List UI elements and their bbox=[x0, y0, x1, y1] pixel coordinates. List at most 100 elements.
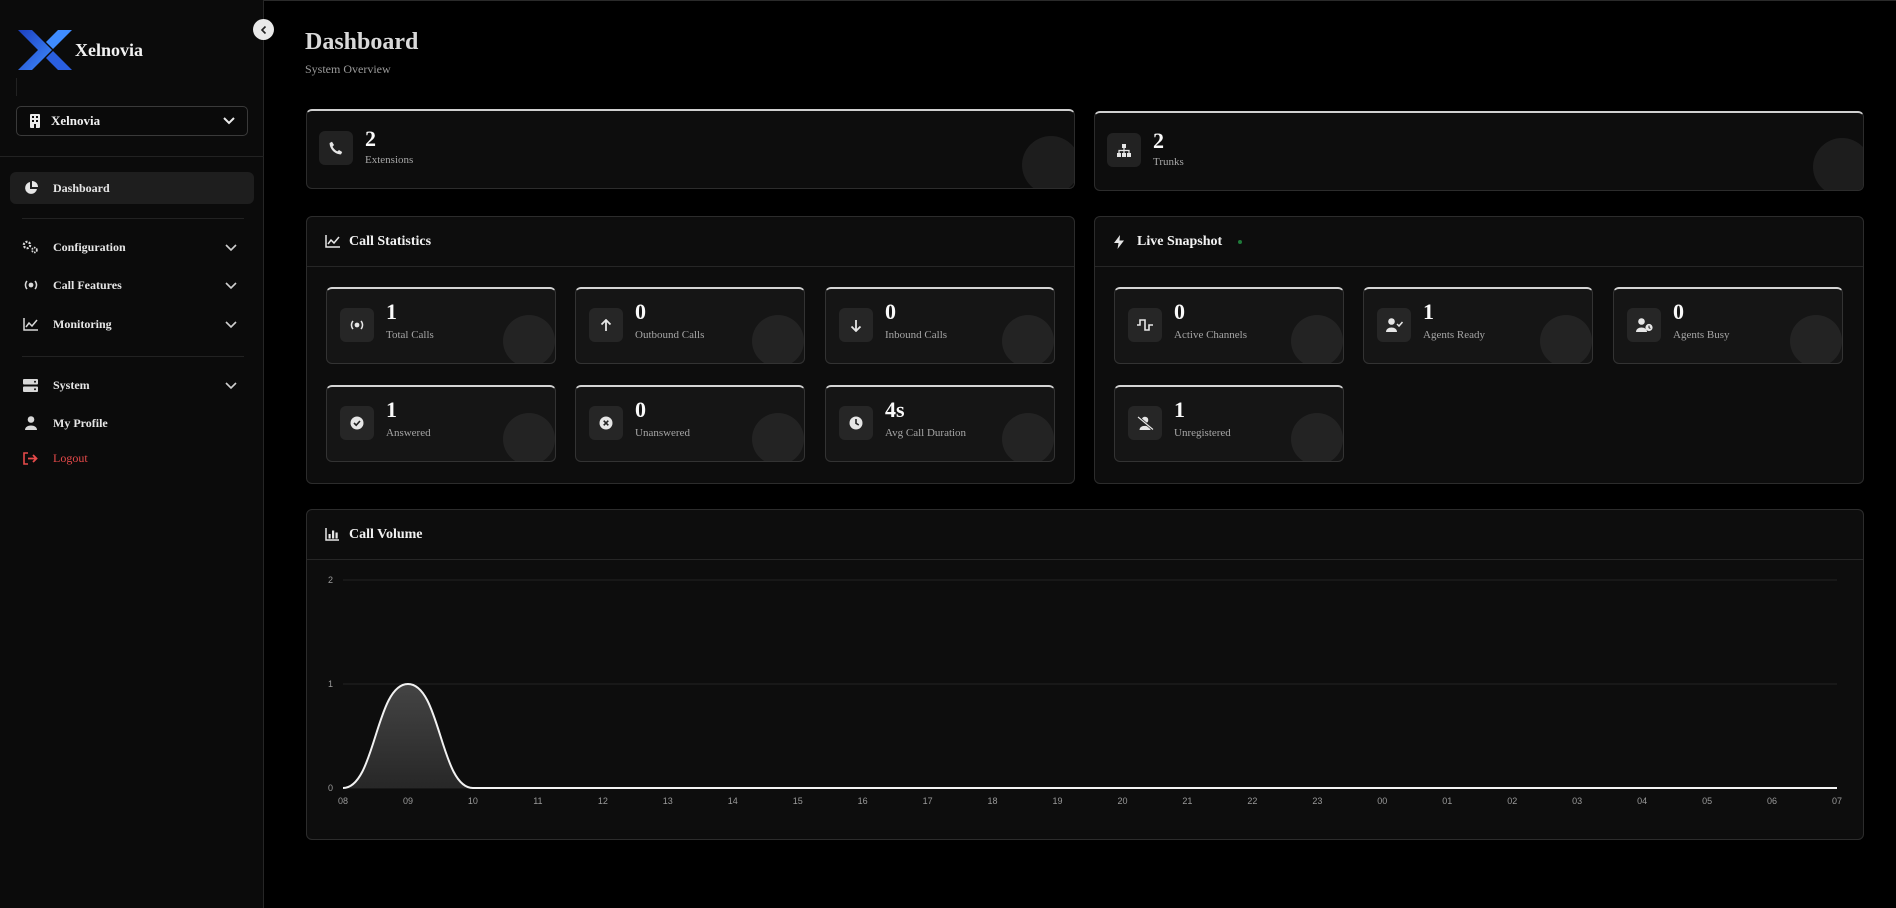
divider bbox=[16, 78, 17, 96]
call-volume-panel: Call Volume 0 1 2 08 09 10 11 12 13 14 15 16 17 18 19 2… bbox=[306, 509, 1864, 840]
sidebar-item-configuration[interactable]: Configuration bbox=[10, 231, 254, 263]
pie-chart-icon bbox=[22, 181, 39, 196]
chevron-down-icon bbox=[225, 382, 237, 390]
extensions-card[interactable]: 2 Extensions bbox=[306, 109, 1075, 189]
decorative-circle bbox=[1790, 315, 1842, 363]
gears-icon bbox=[22, 240, 39, 255]
sidebar-item-my-profile[interactable]: My Profile bbox=[10, 407, 254, 439]
sidebar-item-dashboard[interactable]: Dashboard bbox=[10, 172, 254, 204]
chevron-down-icon bbox=[223, 117, 235, 125]
tenant-selector[interactable]: Xelnovia bbox=[16, 106, 248, 136]
chevron-left-icon bbox=[260, 25, 266, 34]
decorative-circle bbox=[752, 413, 804, 461]
x-tick-label: 17 bbox=[923, 796, 933, 806]
check-circle-icon bbox=[340, 406, 374, 440]
sidebar-item-call-features[interactable]: Call Features bbox=[10, 269, 254, 301]
stat-label: Extensions bbox=[365, 154, 414, 166]
trunks-card[interactable]: 2 Trunks bbox=[1094, 111, 1864, 191]
phone-volume-icon bbox=[340, 308, 374, 342]
panel-title: Call Volume bbox=[349, 526, 423, 542]
stat-value: 1 bbox=[1423, 299, 1434, 324]
decorative-circle bbox=[1291, 413, 1343, 461]
stat-value: 2 bbox=[1153, 128, 1164, 153]
sidebar-item-system[interactable]: System bbox=[10, 369, 254, 401]
divider bbox=[22, 356, 244, 357]
bolt-icon bbox=[1113, 234, 1129, 249]
stat-label: Unanswered bbox=[635, 427, 690, 439]
stat-card-answered[interactable]: 1 Answered bbox=[326, 385, 556, 462]
panel-header: Call Volume bbox=[307, 510, 1863, 560]
x-tick-label: 13 bbox=[663, 796, 673, 806]
call-statistics-panel: Call Statistics 1 Total Calls 0 Outbound… bbox=[306, 216, 1075, 484]
decorative-circle bbox=[503, 315, 555, 363]
stat-value: 0 bbox=[885, 299, 896, 324]
tenant-name: Xelnovia bbox=[51, 113, 101, 128]
area-fill bbox=[343, 684, 1837, 788]
signal-phone-icon bbox=[22, 278, 39, 293]
decorative-circle bbox=[1540, 315, 1592, 363]
arrow-up-icon bbox=[589, 308, 623, 342]
sidebar-item-label: Logout bbox=[53, 450, 88, 465]
stat-card-agents-ready[interactable]: 1 Agents Ready bbox=[1363, 287, 1593, 364]
stat-value: 1 bbox=[386, 397, 397, 422]
stat-card-unregistered[interactable]: 1 Unregistered bbox=[1114, 385, 1344, 462]
sidebar-item-label: Dashboard bbox=[53, 180, 110, 195]
sidebar-item-label: System bbox=[53, 377, 90, 392]
decorative-circle bbox=[1291, 315, 1343, 363]
building-icon bbox=[30, 114, 40, 128]
user-check-icon bbox=[1377, 308, 1411, 342]
stat-label: Agents Ready bbox=[1423, 329, 1486, 341]
sidebar-item-label: My Profile bbox=[53, 415, 108, 430]
decorative-circle bbox=[1002, 413, 1054, 461]
stat-label: Answered bbox=[386, 427, 431, 439]
x-tick-label: 00 bbox=[1377, 796, 1387, 806]
stat-value: 0 bbox=[635, 299, 646, 324]
x-tick-label: 21 bbox=[1182, 796, 1192, 806]
x-tick-label: 09 bbox=[403, 796, 413, 806]
panel-title: Call Statistics bbox=[349, 233, 432, 249]
stat-card-total-calls[interactable]: 1 Total Calls bbox=[326, 287, 556, 364]
stat-card-inbound-calls[interactable]: 0 Inbound Calls bbox=[825, 287, 1055, 364]
call-volume-chart[interactable]: 01208 09 10 11 12 13 14 15 16 17 18 19 20 21 22 23 00 01 0… bbox=[307, 560, 1863, 839]
y-tick-label: 1 bbox=[328, 679, 333, 689]
x-tick-label: 19 bbox=[1053, 796, 1063, 806]
x-tick-label: 20 bbox=[1117, 796, 1127, 806]
phone-icon bbox=[319, 131, 353, 165]
decorative-circle bbox=[1022, 136, 1074, 188]
x-tick-label: 10 bbox=[468, 796, 478, 806]
stat-card-agents-busy[interactable]: 0 Agents Busy bbox=[1613, 287, 1843, 364]
x-tick-label: 04 bbox=[1637, 796, 1647, 806]
sidebar-item-logout[interactable]: Logout bbox=[10, 442, 254, 474]
bar-chart-icon bbox=[325, 528, 341, 542]
line-chart-icon bbox=[325, 235, 341, 249]
stat-label: Inbound Calls bbox=[885, 329, 948, 341]
stat-value: 0 bbox=[1673, 299, 1684, 324]
chevron-down-icon bbox=[225, 282, 237, 290]
stat-value: 0 bbox=[1174, 299, 1185, 324]
stat-label: Active Channels bbox=[1174, 329, 1248, 341]
x-tick-label: 16 bbox=[858, 796, 868, 806]
arrow-down-icon bbox=[839, 308, 873, 342]
x-tick-label: 22 bbox=[1247, 796, 1257, 806]
x-tick-label: 12 bbox=[598, 796, 608, 806]
panel-header: Live Snapshot bbox=[1095, 217, 1863, 267]
decorative-circle bbox=[752, 315, 804, 363]
server-icon bbox=[22, 378, 39, 393]
stat-card-unanswered[interactable]: 0 Unanswered bbox=[575, 385, 805, 462]
stat-card-outbound-calls[interactable]: 0 Outbound Calls bbox=[575, 287, 805, 364]
stat-card-active-channels[interactable]: 0 Active Channels bbox=[1114, 287, 1344, 364]
collapse-sidebar-button[interactable] bbox=[253, 19, 274, 40]
stat-value: 1 bbox=[1174, 397, 1185, 422]
stat-label: Total Calls bbox=[386, 329, 434, 341]
stat-label: Agents Busy bbox=[1673, 329, 1730, 341]
x-tick-label: 01 bbox=[1442, 796, 1452, 806]
x-circle-icon bbox=[589, 406, 623, 440]
stat-card-avg-call-duration[interactable]: 4s Avg Call Duration bbox=[825, 385, 1055, 462]
brand[interactable]: Xelnovia bbox=[16, 28, 143, 72]
stat-value: 0 bbox=[635, 397, 646, 422]
x-tick-label: 14 bbox=[728, 796, 738, 806]
x-tick-label: 06 bbox=[1767, 796, 1777, 806]
logout-icon bbox=[22, 451, 39, 466]
sidebar-item-monitoring[interactable]: Monitoring bbox=[10, 308, 254, 340]
x-tick-label: 05 bbox=[1702, 796, 1712, 806]
